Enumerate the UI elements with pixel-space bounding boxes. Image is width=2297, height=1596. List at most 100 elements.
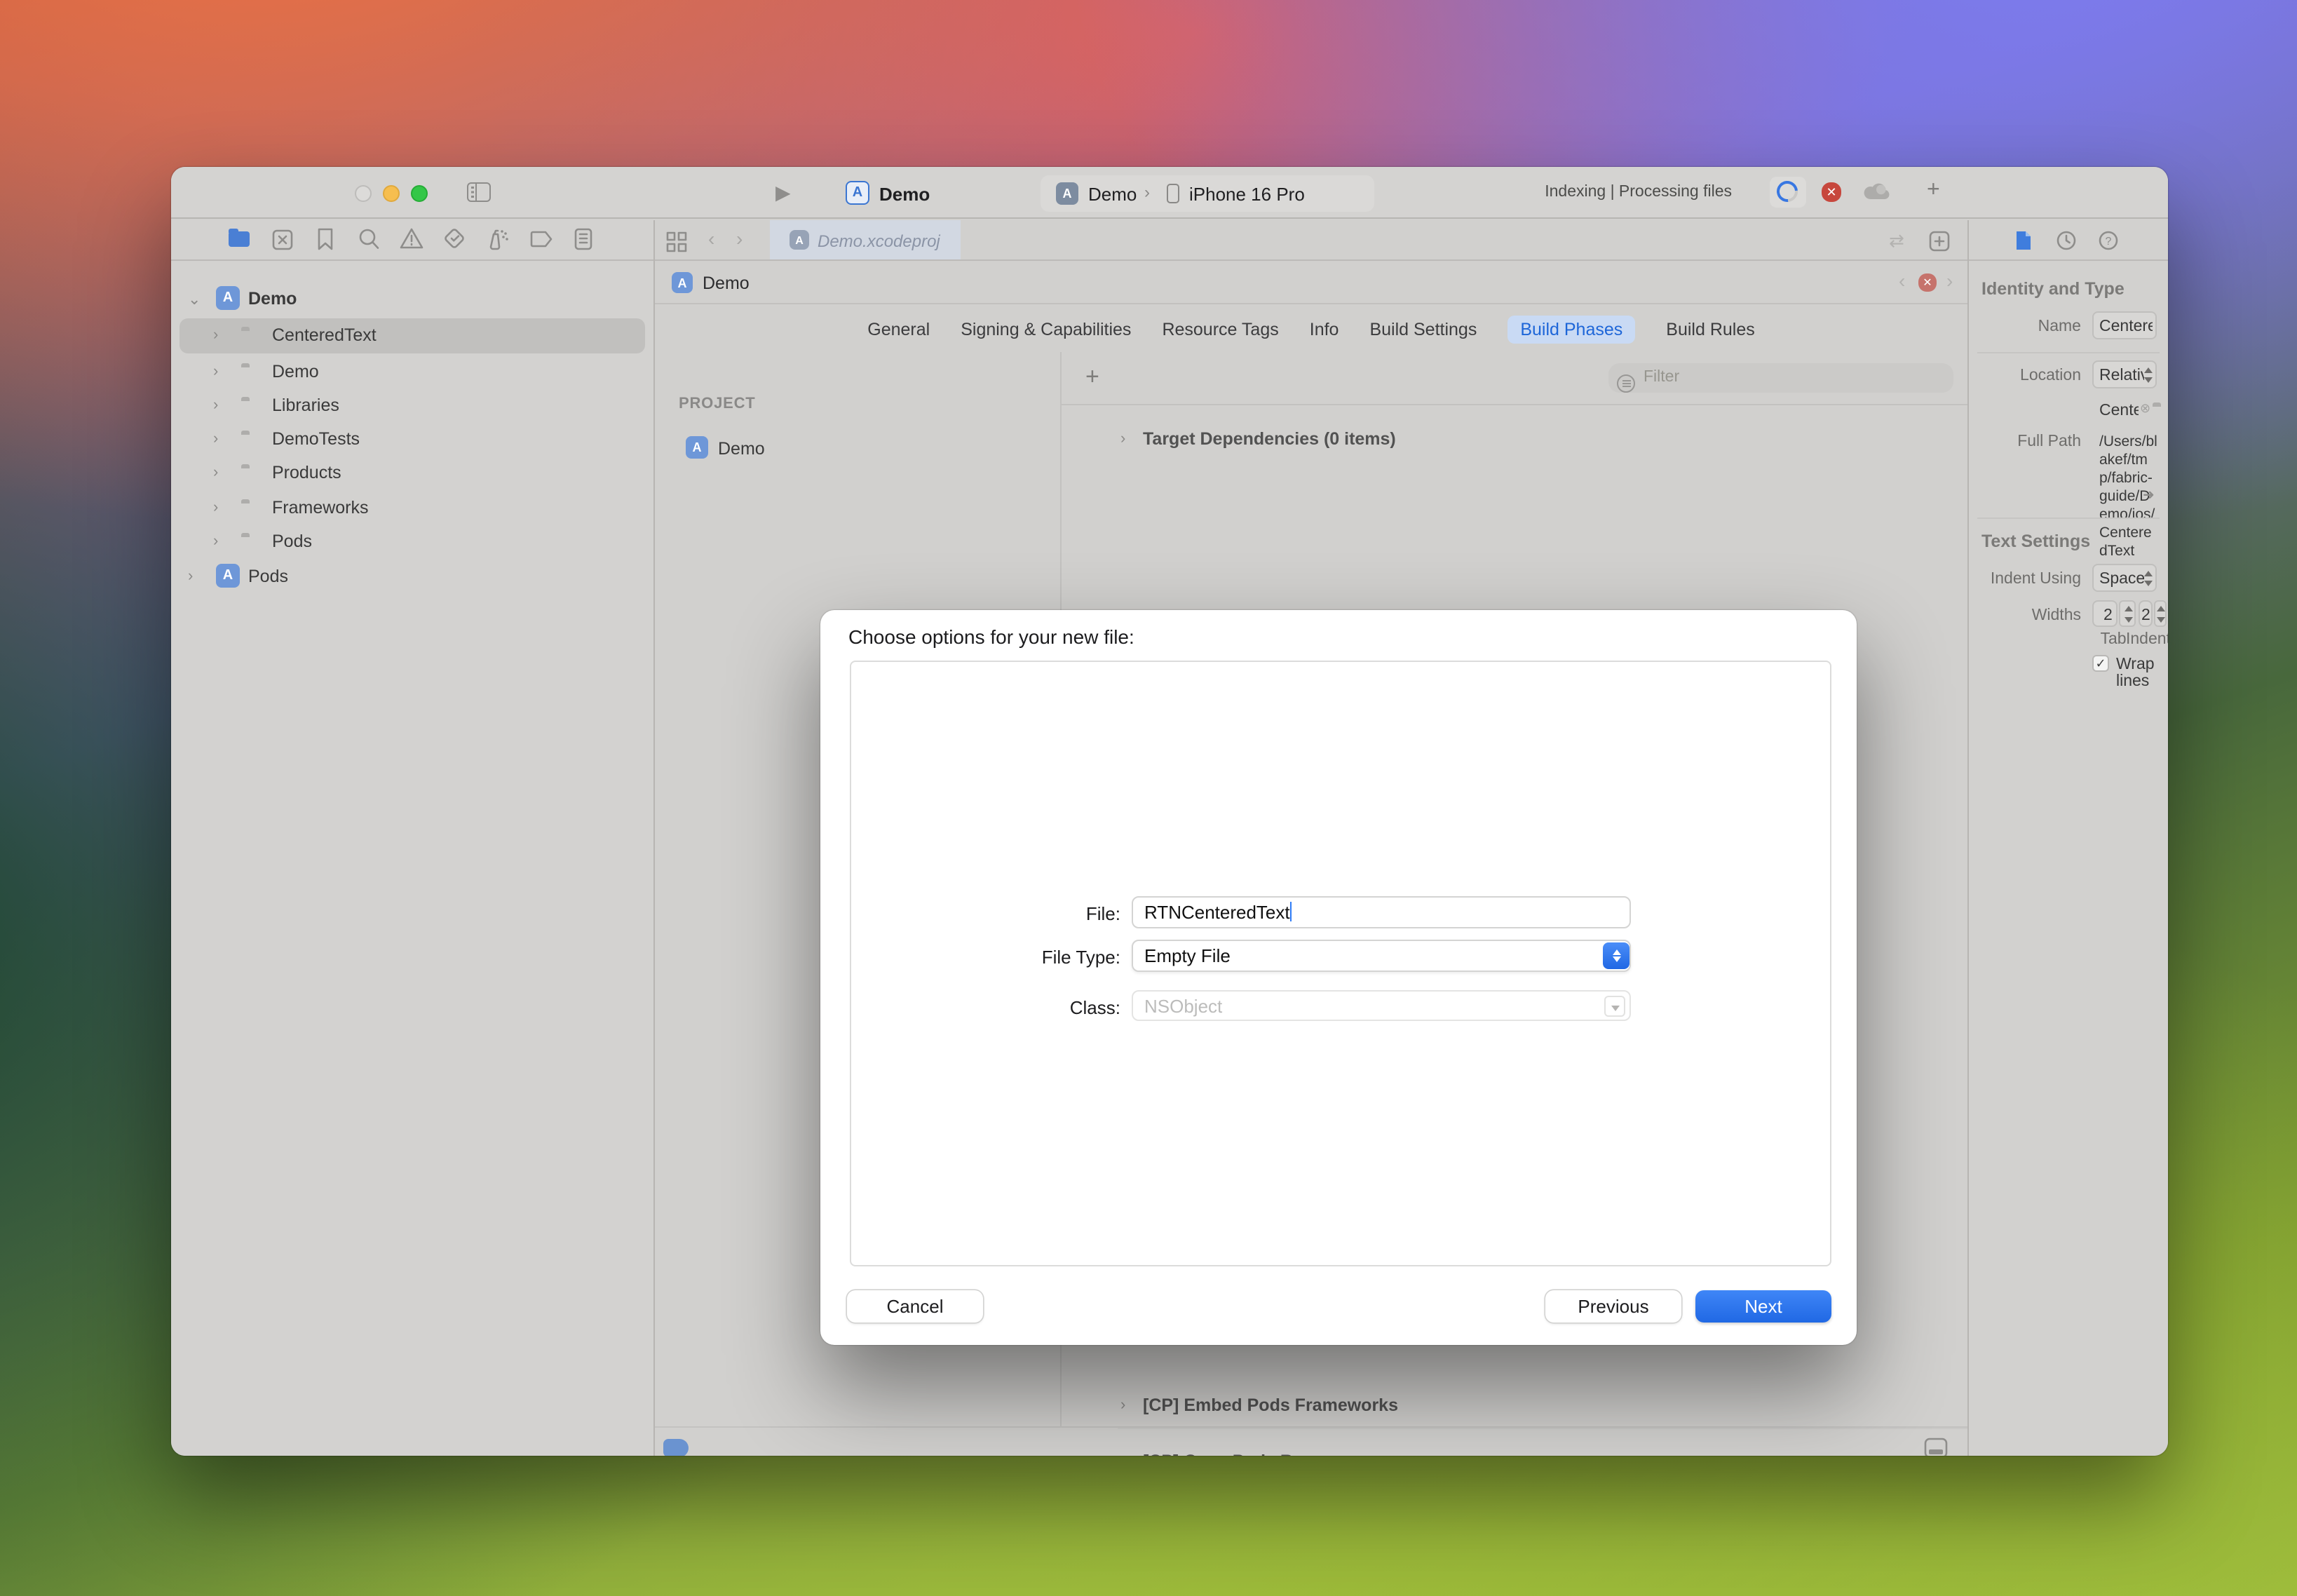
indent-width-stepper[interactable]: [2154, 600, 2167, 627]
tab-resource-tags[interactable]: Resource Tags: [1162, 320, 1278, 339]
tree-row-frameworks[interactable]: › Frameworks: [171, 491, 653, 525]
new-file-options-dialog: Choose options for your new file: File: …: [820, 610, 1857, 1345]
cancel-button[interactable]: Cancel: [847, 1290, 983, 1323]
text-caret: [1290, 902, 1292, 921]
navigator-toggle-icon[interactable]: [467, 182, 491, 202]
inspector-panel: ? Identity and Type Name CenteredText Lo…: [1969, 220, 2168, 1456]
source-control-navigator-icon[interactable]: [272, 229, 293, 251]
bookmark-navigator-icon[interactable]: [317, 227, 334, 251]
reveal-path-arrow-icon[interactable]: ➜: [2143, 489, 2155, 503]
tab-info[interactable]: Info: [1310, 320, 1339, 339]
dialog-content-panel: File: RTNCenteredText File Type: Empty F…: [850, 661, 1831, 1266]
scheme-selector[interactable]: A Demo › iPhone 16 Pro: [1041, 175, 1374, 212]
find-navigator-icon[interactable]: [358, 227, 380, 251]
navigator-panel: ⌄ A Demo › CenteredText › Demo › Libr: [171, 220, 653, 1456]
window-close-button[interactable]: [355, 185, 372, 202]
project-app-icon: A: [846, 181, 869, 205]
jumpbar-item[interactable]: Demo: [703, 273, 750, 293]
quick-help-inspector-icon[interactable]: ?: [2098, 230, 2119, 251]
filetype-label: File Type:: [977, 947, 1120, 968]
project-navigator-icon-tab: [229, 228, 238, 232]
tree-row-pods-project[interactable]: › A Pods: [171, 560, 653, 593]
file-label: File:: [977, 903, 1120, 924]
jumpbar-back-chevron[interactable]: ‹: [1899, 271, 1905, 290]
jumpbar-project-icon: A: [672, 272, 693, 293]
location-label: Location: [1983, 367, 2081, 384]
editor-tab[interactable]: A Demo.xcodeproj: [770, 220, 961, 259]
window-zoom-button[interactable]: [411, 185, 428, 202]
fullpath-label: Full Path: [1983, 433, 2081, 450]
xcode-window: ▶ A Demo A Demo › iPhone 16 Pro Indexing…: [171, 167, 2168, 1456]
phases-filter-field[interactable]: Filter: [1608, 363, 1953, 393]
run-destination: iPhone 16 Pro: [1189, 184, 1305, 205]
tab-build-phases[interactable]: Build Phases: [1507, 316, 1635, 344]
tab-build-rules[interactable]: Build Rules: [1666, 320, 1754, 339]
jumpbar-error-badge[interactable]: ✕: [1918, 273, 1937, 292]
split-editor-swap-icon[interactable]: ⇄: [1889, 231, 1904, 250]
add-editor-icon[interactable]: [1928, 230, 1951, 252]
add-build-phase-button[interactable]: +: [1085, 365, 1099, 388]
issue-navigator-icon[interactable]: [400, 227, 424, 250]
toolbar: ▶ A Demo A Demo › iPhone 16 Pro Indexing…: [171, 167, 2168, 219]
tree-row-demo-group[interactable]: › Demo: [171, 355, 653, 388]
test-navigator-icon[interactable]: [443, 227, 466, 250]
previous-button[interactable]: Previous: [1545, 1290, 1681, 1323]
tab-overview-icon[interactable]: [666, 231, 687, 252]
debug-area-toggle-icon[interactable]: [1924, 1438, 1948, 1456]
class-combobox[interactable]: NSObject: [1132, 990, 1631, 1021]
file-inspector-icon[interactable]: [2015, 230, 2032, 251]
tree-row-libraries[interactable]: › Libraries: [171, 388, 653, 422]
tab-width-stepper[interactable]: [2119, 600, 2136, 627]
tree-row-demo-project[interactable]: ⌄ A Demo: [171, 282, 653, 316]
tab-general[interactable]: General: [867, 320, 930, 339]
dialog-title: Choose options for your new file:: [848, 625, 1134, 648]
debug-navigator-icon[interactable]: [485, 226, 510, 251]
run-button[interactable]: ▶: [775, 182, 791, 202]
navigator-tab-strip: [171, 220, 653, 261]
tree-row-centeredtext[interactable]: › CenteredText: [179, 318, 645, 353]
phase-row-embed-pods[interactable]: › [CP] Embed Pods Frameworks: [1062, 1388, 1967, 1428]
indent-using-label: Indent Using: [1974, 571, 2081, 588]
activity-status-text: Indexing | Processing files: [1475, 184, 1732, 201]
popup-chevrons-icon: [1603, 942, 1629, 969]
class-label: Class:: [977, 997, 1120, 1018]
jumpbar-forward-chevron[interactable]: ›: [1946, 271, 1953, 290]
tree-row-demotests[interactable]: › DemoTests: [171, 422, 653, 456]
phase-row-copy-pods[interactable]: › [CP] Copy Pods Resources: [1062, 1445, 1967, 1456]
inspector-tab-strip: ?: [1969, 220, 2168, 261]
name-label: Name: [1983, 318, 2081, 335]
filetype-popup[interactable]: Empty File: [1132, 940, 1631, 972]
add-toolbar-icon[interactable]: +: [1927, 180, 1940, 202]
window-minimize-button[interactable]: [383, 185, 400, 202]
next-button[interactable]: Next: [1695, 1290, 1831, 1323]
tree-row-pods-group[interactable]: › Pods: [171, 525, 653, 558]
text-settings-header: Text Settings: [1981, 532, 2090, 551]
device-phone-icon: [1167, 184, 1179, 203]
phases-toolbar: + Filter: [1062, 353, 1967, 404]
target-editor-tabs: General Signing & Capabilities Resource …: [655, 307, 1967, 352]
scheme-app-icon: A: [1056, 182, 1078, 205]
forward-tab-chevron[interactable]: ›: [736, 229, 743, 248]
project-navigator-icon[interactable]: [229, 231, 250, 247]
error-count-badge[interactable]: ✕: [1822, 182, 1841, 202]
tree-row-products[interactable]: › Products: [171, 456, 653, 489]
file-name-input[interactable]: RTNCenteredText: [1132, 896, 1631, 928]
phase-row-target-dependencies[interactable]: › Target Dependencies (0 items): [1062, 424, 1967, 457]
history-inspector-icon[interactable]: [2056, 230, 2077, 251]
breakpoints-toggle-icon[interactable]: [663, 1439, 689, 1456]
project-section-header: PROJECT: [679, 395, 756, 412]
clear-group-icon[interactable]: ⊗: [2140, 403, 2150, 415]
svg-text:?: ?: [2106, 236, 2112, 248]
breakpoint-navigator-icon[interactable]: [530, 230, 554, 248]
tab-signing[interactable]: Signing & Capabilities: [961, 320, 1131, 339]
indent-caption: Indent: [2126, 631, 2168, 648]
group-value: CenteredText: [2099, 403, 2139, 419]
combo-chevron-box: [1604, 996, 1625, 1017]
project-row-demo[interactable]: A Demo: [669, 431, 1048, 464]
wrap-lines-checkbox[interactable]: ✓: [2092, 655, 2109, 672]
report-navigator-icon[interactable]: [574, 226, 593, 250]
back-tab-chevron[interactable]: ‹: [708, 229, 714, 248]
tab-build-settings[interactable]: Build Settings: [1369, 320, 1477, 339]
project-icon: A: [216, 564, 240, 588]
project-icon: A: [686, 436, 708, 459]
